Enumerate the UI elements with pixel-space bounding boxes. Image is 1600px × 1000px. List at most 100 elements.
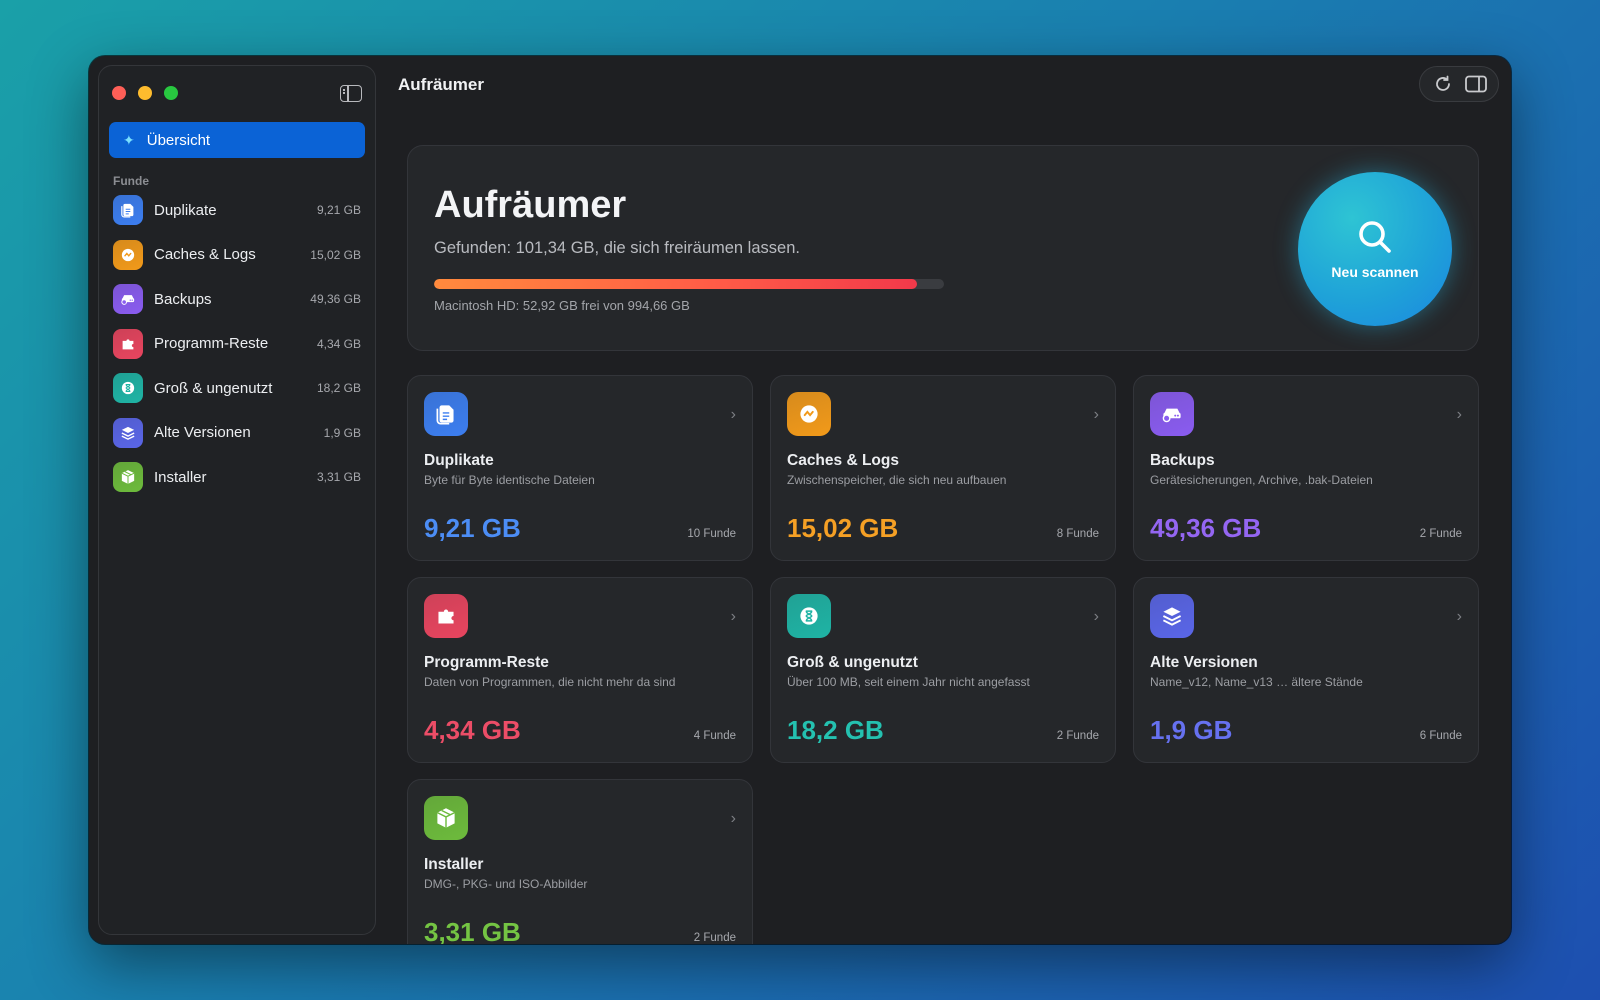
gauge-icon bbox=[787, 392, 831, 436]
summary-panel: Aufräumer Gefunden: 101,34 GB, die sich … bbox=[407, 145, 1479, 351]
app-window: ✦ Übersicht Funde Duplikate 9,21 GB Cach… bbox=[89, 56, 1511, 944]
sidebar-item-label: Installer bbox=[154, 468, 207, 486]
window-title: Aufräumer bbox=[398, 75, 484, 94]
card-count: 2 Funde bbox=[693, 932, 736, 944]
sidebar-item-size: 1,9 GB bbox=[323, 425, 361, 440]
refresh-button[interactable] bbox=[1430, 71, 1456, 97]
layers-icon bbox=[1150, 594, 1194, 638]
sidebar-item-caches-logs[interactable]: Caches & Logs 15,02 GB bbox=[113, 233, 361, 278]
card-title: Installer bbox=[424, 856, 484, 873]
sidebar-item-backups[interactable]: Backups 49,36 GB bbox=[113, 277, 361, 322]
card-title: Programm-Reste bbox=[424, 654, 549, 671]
documents-icon bbox=[113, 195, 143, 226]
rescan-button[interactable]: Neu scannen bbox=[1298, 172, 1452, 326]
package-icon bbox=[424, 796, 468, 840]
card-size: 15,02 GB bbox=[787, 513, 899, 543]
card-title: Groß & ungenutzt bbox=[787, 654, 918, 671]
sidebar-item-duplikate[interactable]: Duplikate 9,21 GB bbox=[113, 188, 361, 233]
sidebar-section-label: Funde bbox=[113, 174, 149, 188]
sidebar-item-size: 9,21 GB bbox=[316, 203, 361, 218]
minimize-window-button[interactable] bbox=[138, 86, 152, 100]
card-description: Name_v12, Name_v13 … ältere Stände bbox=[1150, 675, 1363, 689]
sidebar-item-size: 3,31 GB bbox=[316, 470, 361, 485]
category-card-caches-logs[interactable]: › Caches & Logs Zwischenspeicher, die si… bbox=[770, 375, 1116, 561]
sidebar-item-size: 49,36 GB bbox=[310, 292, 361, 307]
layers-icon bbox=[113, 417, 143, 448]
rescan-label: Neu scannen bbox=[1331, 264, 1419, 280]
sidebar-item-overview[interactable]: ✦ Übersicht bbox=[109, 122, 365, 158]
category-card-gross-ungenutzt[interactable]: › Groß & ungenutzt Über 100 MB, seit ein… bbox=[770, 577, 1116, 763]
chevron-right-icon: › bbox=[1456, 608, 1462, 625]
card-count: 4 Funde bbox=[693, 730, 736, 742]
hourglass-icon bbox=[113, 373, 143, 404]
card-title: Duplikate bbox=[424, 452, 494, 469]
card-count: 10 Funde bbox=[687, 528, 736, 540]
chevron-right-icon: › bbox=[1093, 406, 1099, 423]
chevron-right-icon: › bbox=[1093, 608, 1099, 625]
disk-usage-bar bbox=[434, 279, 944, 289]
sparkle-icon: ✦ bbox=[123, 131, 135, 148]
category-card-duplikate[interactable]: › Duplikate Byte für Byte identische Dat… bbox=[407, 375, 753, 561]
category-card-installer[interactable]: › Installer DMG-, PKG- und ISO-Abbilder … bbox=[407, 779, 753, 944]
close-window-button[interactable] bbox=[112, 86, 126, 100]
sidebar-item-label: Programm-Reste bbox=[154, 335, 269, 353]
sidebar-item-gross-ungenutzt[interactable]: Groß & ungenutzt 18,2 GB bbox=[113, 366, 361, 411]
card-description: Zwischenspeicher, die sich neu aufbauen bbox=[787, 473, 1007, 487]
card-count: 2 Funde bbox=[1419, 528, 1462, 540]
search-icon bbox=[1359, 221, 1391, 253]
category-card-programm-reste[interactable]: › Programm-Reste Daten von Programmen, d… bbox=[407, 577, 753, 763]
card-size: 18,2 GB bbox=[787, 715, 884, 745]
sidebar: ✦ Übersicht Funde Duplikate 9,21 GB Cach… bbox=[98, 65, 376, 935]
card-size: 3,31 GB bbox=[424, 917, 521, 944]
card-description: Byte für Byte identische Dateien bbox=[424, 473, 595, 487]
page-title: Aufräumer bbox=[434, 184, 627, 226]
hourglass-icon bbox=[787, 594, 831, 638]
disk-usage-fill bbox=[434, 279, 917, 289]
drive-backup-icon bbox=[113, 284, 143, 315]
chevron-right-icon: › bbox=[730, 406, 736, 423]
package-icon bbox=[113, 462, 143, 493]
sidebar-item-label: Groß & ungenutzt bbox=[154, 379, 273, 397]
inspector-toggle-button[interactable] bbox=[1463, 71, 1489, 97]
sidebar-item-installer[interactable]: Installer 3,31 GB bbox=[113, 455, 361, 500]
card-description: Gerätesicherungen, Archive, .bak-Dateien bbox=[1150, 473, 1373, 487]
card-count: 8 Funde bbox=[1056, 528, 1099, 540]
card-count: 6 Funde bbox=[1419, 730, 1462, 742]
category-card-backups[interactable]: › Backups Gerätesicherungen, Archive, .b… bbox=[1133, 375, 1479, 561]
card-size: 1,9 GB bbox=[1150, 715, 1233, 745]
sidebar-list: Duplikate 9,21 GB Caches & Logs 15,02 GB… bbox=[113, 188, 361, 500]
category-card-alte-versionen[interactable]: › Alte Versionen Name_v12, Name_v13 … äl… bbox=[1133, 577, 1479, 763]
card-size: 9,21 GB bbox=[424, 513, 521, 543]
drive-backup-icon bbox=[1150, 392, 1194, 436]
toolbar-group bbox=[1419, 66, 1499, 102]
disk-status-text: Macintosh HD: 52,92 GB frei von 994,66 G… bbox=[434, 298, 690, 313]
chevron-right-icon: › bbox=[1456, 406, 1462, 423]
card-size: 49,36 GB bbox=[1150, 513, 1262, 543]
zoom-window-button[interactable] bbox=[164, 86, 178, 100]
sidebar-item-alte-versionen[interactable]: Alte Versionen 1,9 GB bbox=[113, 411, 361, 456]
sidebar-item-programm-reste[interactable]: Programm-Reste 4,34 GB bbox=[113, 322, 361, 367]
inspector-icon bbox=[1464, 75, 1487, 93]
window-controls bbox=[112, 86, 178, 100]
gauge-icon bbox=[113, 239, 143, 270]
card-title: Caches & Logs bbox=[787, 452, 899, 469]
refresh-icon bbox=[1435, 75, 1450, 91]
sidebar-item-label: Backups bbox=[154, 290, 212, 308]
puzzle-icon bbox=[424, 594, 468, 638]
sidebar-item-size: 15,02 GB bbox=[310, 247, 361, 262]
sidebar-item-label: Caches & Logs bbox=[154, 246, 256, 264]
card-count: 2 Funde bbox=[1056, 730, 1099, 742]
sidebar-item-label: Duplikate bbox=[154, 201, 217, 219]
card-description: Über 100 MB, seit einem Jahr nicht angef… bbox=[787, 675, 1030, 689]
card-title: Alte Versionen bbox=[1150, 654, 1258, 671]
sidebar-toggle-icon[interactable] bbox=[340, 85, 362, 102]
summary-text: Gefunden: 101,34 GB, die sich freiräumen… bbox=[434, 239, 800, 257]
card-size: 4,34 GB bbox=[424, 715, 521, 745]
sidebar-item-size: 18,2 GB bbox=[316, 381, 361, 396]
card-title: Backups bbox=[1150, 452, 1215, 469]
sidebar-item-label: Alte Versionen bbox=[154, 424, 251, 442]
sidebar-item-size: 4,34 GB bbox=[316, 336, 361, 351]
card-description: DMG-, PKG- und ISO-Abbilder bbox=[424, 877, 588, 891]
documents-icon bbox=[424, 392, 468, 436]
chevron-right-icon: › bbox=[730, 810, 736, 827]
